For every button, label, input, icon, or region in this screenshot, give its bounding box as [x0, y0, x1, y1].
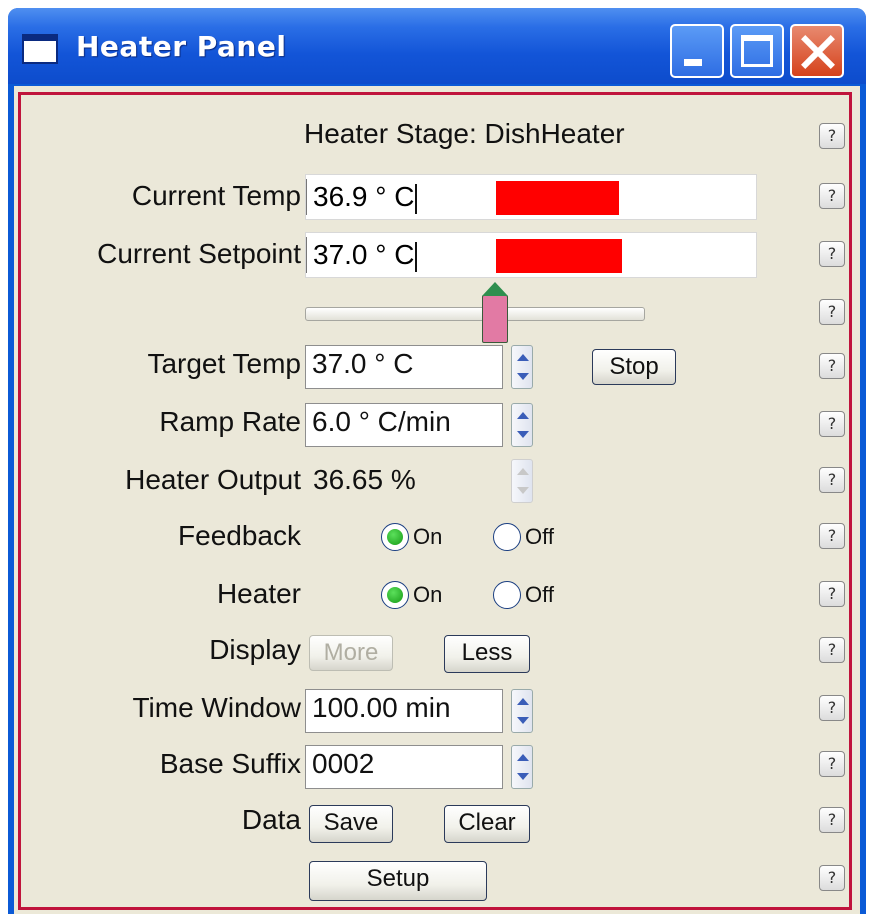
ramp-rate-label: Ramp Rate — [159, 406, 301, 437]
setpoint-slider-thumb[interactable] — [482, 282, 508, 343]
stop-button[interactable]: Stop — [592, 349, 676, 385]
base-suffix-input[interactable]: 0002 — [305, 745, 503, 789]
setup-button[interactable]: Setup — [309, 861, 487, 901]
heater-output-value: 36.65 % — [313, 464, 416, 495]
heater-off-radio[interactable] — [493, 581, 521, 609]
heater-label: Heater — [216, 578, 301, 609]
feedback-label: Feedback — [178, 520, 301, 551]
close-button[interactable] — [790, 24, 844, 78]
minimize-button[interactable] — [670, 24, 724, 78]
feedback-off-label[interactable]: Off — [525, 523, 554, 551]
title-bar[interactable]: Heater Panel — [8, 8, 866, 84]
help-icon[interactable]: ? — [819, 523, 845, 549]
help-icon[interactable]: ? — [819, 695, 845, 721]
data-label: Data — [241, 804, 301, 835]
setpoint-slider-track[interactable] — [305, 307, 645, 321]
less-button[interactable]: Less — [444, 635, 530, 673]
help-icon[interactable]: ? — [819, 411, 845, 437]
help-icon[interactable]: ? — [819, 751, 845, 777]
heater-on-label[interactable]: On — [413, 581, 442, 609]
window-icon — [22, 34, 58, 64]
heater-panel-window: Heater Panel Heater Stage: DishHeater ? … — [8, 8, 866, 914]
heater-output-label: Heater Output — [125, 464, 301, 495]
feedback-off-radio[interactable] — [493, 523, 521, 551]
ramp-rate-spinner[interactable] — [511, 403, 533, 447]
help-icon[interactable]: ? — [819, 865, 845, 891]
help-icon[interactable]: ? — [819, 241, 845, 267]
current-temp-value: 36.9 ° C — [313, 181, 415, 212]
display-label: Display — [209, 634, 301, 665]
help-icon[interactable]: ? — [819, 807, 845, 833]
window-title: Heater Panel — [76, 30, 287, 63]
target-temp-input[interactable]: 37.0 ° C — [305, 345, 503, 389]
heater-on-radio[interactable] — [381, 581, 409, 609]
heater-stage-label: Heater Stage: DishHeater — [304, 118, 625, 149]
current-setpoint-fill — [496, 239, 622, 273]
heater-off-label[interactable]: Off — [525, 581, 554, 609]
ramp-rate-input[interactable]: 6.0 ° C/min — [305, 403, 503, 447]
help-icon[interactable]: ? — [819, 183, 845, 209]
maximize-button[interactable] — [730, 24, 784, 78]
help-icon[interactable]: ? — [819, 123, 845, 149]
help-icon[interactable]: ? — [819, 467, 845, 493]
current-setpoint-label: Current Setpoint — [97, 238, 301, 269]
client-area: Heater Stage: DishHeater ? Current Temp … — [14, 86, 860, 914]
help-icon[interactable]: ? — [819, 581, 845, 607]
current-temp-label: Current Temp — [131, 180, 301, 211]
more-button: More — [309, 635, 393, 671]
help-icon[interactable]: ? — [819, 637, 845, 663]
current-setpoint-bar: 37.0 ° C — [305, 232, 757, 278]
base-suffix-label: Base Suffix — [159, 748, 301, 779]
current-temp-fill — [496, 181, 619, 215]
target-temp-spinner[interactable] — [511, 345, 533, 389]
save-button[interactable]: Save — [309, 805, 393, 843]
feedback-on-radio[interactable] — [381, 523, 409, 551]
target-temp-label: Target Temp — [147, 348, 301, 379]
time-window-label: Time Window — [132, 692, 301, 723]
current-setpoint-value: 37.0 ° C — [313, 239, 415, 270]
heater-panel: Heater Stage: DishHeater ? Current Temp … — [18, 92, 852, 910]
help-icon[interactable]: ? — [819, 353, 845, 379]
current-temp-bar: 36.9 ° C — [305, 174, 757, 220]
base-suffix-spinner[interactable] — [511, 745, 533, 789]
help-icon[interactable]: ? — [819, 299, 845, 325]
clear-button[interactable]: Clear — [444, 805, 530, 843]
heater-output-spinner — [511, 459, 533, 503]
time-window-input[interactable]: 100.00 min — [305, 689, 503, 733]
time-window-spinner[interactable] — [511, 689, 533, 733]
feedback-on-label[interactable]: On — [413, 523, 442, 551]
